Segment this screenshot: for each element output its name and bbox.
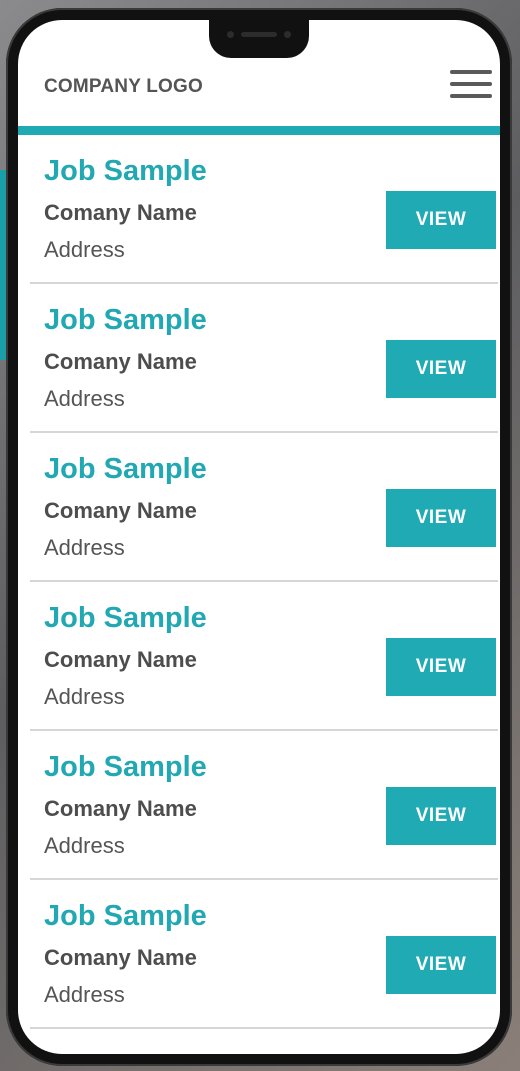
job-list-item: Job Sample Comany Name Address VIEW xyxy=(30,135,498,284)
phone-notch xyxy=(209,20,309,58)
job-list-item: Job Sample Comany Name Address VIEW xyxy=(30,284,498,433)
view-button[interactable]: VIEW xyxy=(386,638,496,696)
company-logo[interactable]: COMPANY LOGO xyxy=(44,76,203,98)
camera-icon xyxy=(227,31,234,38)
job-list-item: Job Sample Comany Name Address VIEW xyxy=(30,582,498,731)
job-company-name: Comany Name xyxy=(44,796,197,821)
job-title[interactable]: Job Sample xyxy=(44,751,207,784)
job-list: Job Sample Comany Name Address VIEW Job … xyxy=(18,135,500,1029)
job-title[interactable]: Job Sample xyxy=(44,602,207,635)
sensor-icon xyxy=(284,31,291,38)
view-button[interactable]: VIEW xyxy=(386,340,496,398)
view-button[interactable]: VIEW xyxy=(386,489,496,547)
job-company-name: Comany Name xyxy=(44,945,197,970)
hamburger-menu-icon[interactable] xyxy=(450,70,492,102)
job-address: Address xyxy=(44,535,125,560)
job-address: Address xyxy=(44,833,125,858)
job-title[interactable]: Job Sample xyxy=(44,900,207,933)
job-company-name: Comany Name xyxy=(44,349,197,374)
speaker-grille xyxy=(241,32,277,37)
phone-screen: COMPANY LOGO Job Sample Comany Name Addr… xyxy=(18,20,500,1054)
view-button[interactable]: VIEW xyxy=(386,191,496,249)
job-address: Address xyxy=(44,386,125,411)
job-title[interactable]: Job Sample xyxy=(44,304,207,337)
job-list-item: Job Sample Comany Name Address VIEW xyxy=(30,433,498,582)
job-list-item: Job Sample Comany Name Address VIEW xyxy=(30,880,498,1029)
job-title[interactable]: Job Sample xyxy=(44,453,207,486)
job-company-name: Comany Name xyxy=(44,200,197,225)
job-list-item: Job Sample Comany Name Address VIEW xyxy=(30,731,498,880)
job-company-name: Comany Name xyxy=(44,647,197,672)
job-address: Address xyxy=(44,684,125,709)
job-address: Address xyxy=(44,237,125,262)
job-address: Address xyxy=(44,982,125,1007)
phone-frame: COMPANY LOGO Job Sample Comany Name Addr… xyxy=(6,8,512,1066)
view-button[interactable]: VIEW xyxy=(386,936,496,994)
job-company-name: Comany Name xyxy=(44,498,197,523)
view-button[interactable]: VIEW xyxy=(386,787,496,845)
job-title[interactable]: Job Sample xyxy=(44,155,207,188)
